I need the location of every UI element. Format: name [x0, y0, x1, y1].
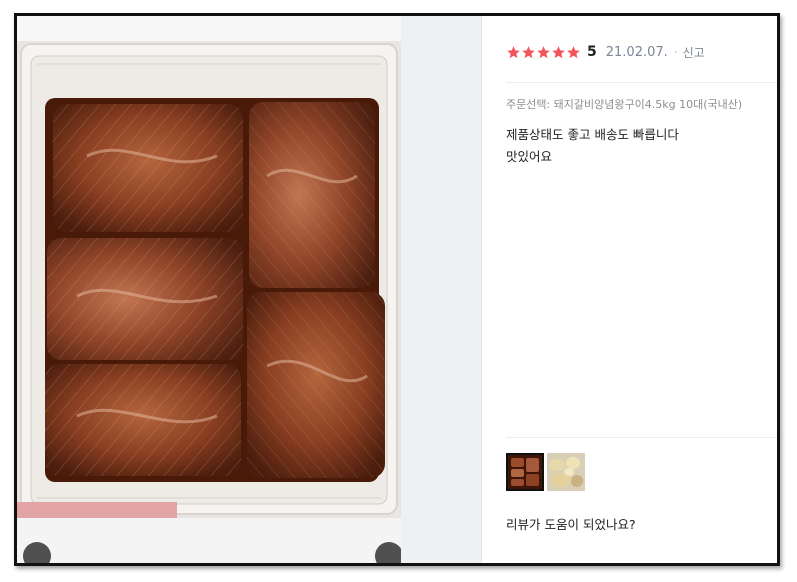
- star-icon: [537, 45, 550, 58]
- pork-ribs-thumbnail: [508, 455, 542, 489]
- report-link[interactable]: 신고: [683, 44, 705, 61]
- star-rating: [506, 45, 581, 60]
- review-text: 제품상태도 좋고 배송도 빠릅니다 맛있어요: [506, 124, 679, 168]
- review-line: 제품상태도 좋고 배송도 빠릅니다: [506, 127, 679, 142]
- thumbnail-pork-ribs[interactable]: [506, 453, 544, 491]
- review-viewer: 5 21.02.07. · 신고 주문선택: 돼지갈비양념왕구이4.5kg 10…: [14, 13, 780, 566]
- review-detail-panel: 5 21.02.07. · 신고 주문선택: 돼지갈비양념왕구이4.5kg 10…: [481, 16, 777, 563]
- photo-gutter: [401, 16, 481, 563]
- review-date: 21.02.07.: [605, 44, 668, 60]
- review-photo[interactable]: [17, 16, 401, 563]
- thumbnail-potato[interactable]: [547, 453, 585, 491]
- star-icon: [552, 45, 565, 58]
- rating-score: 5: [587, 44, 597, 60]
- marinated-pork-ribs-photo: [17, 16, 401, 563]
- review-line: 맛있어요: [506, 149, 553, 164]
- star-icon: [507, 45, 520, 58]
- order-option: 주문선택: 돼지갈비양념왕구이4.5kg 10대(국내산): [506, 98, 743, 111]
- star-icon: [522, 45, 535, 58]
- separator-dot: ·: [673, 45, 678, 59]
- divider: [506, 82, 777, 83]
- potato-thumbnail: [547, 453, 585, 491]
- star-icon: [567, 45, 580, 58]
- rating-row: 5 21.02.07. · 신고: [506, 42, 705, 62]
- helpful-question: 리뷰가 도움이 되었나요?: [506, 517, 636, 532]
- divider: [506, 437, 777, 438]
- photo-thumbnails: [506, 453, 585, 491]
